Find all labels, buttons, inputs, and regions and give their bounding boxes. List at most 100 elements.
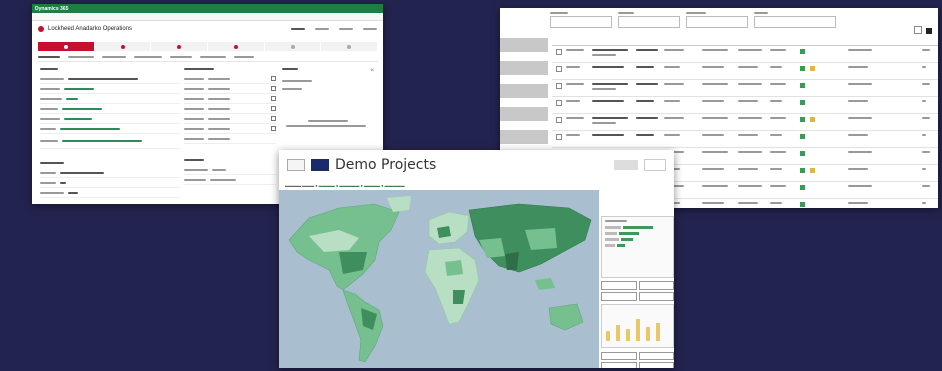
form-field[interactable]: [184, 104, 276, 114]
table-cell: [738, 168, 758, 170]
close-icon[interactable]: ×: [370, 68, 374, 74]
form-field[interactable]: [40, 178, 180, 188]
action-button[interactable]: [644, 159, 666, 171]
form-field[interactable]: [184, 165, 276, 175]
form-field[interactable]: [184, 84, 276, 94]
table-cell: [636, 83, 658, 85]
table-cell: [922, 168, 926, 170]
table-cell: [848, 49, 872, 51]
form-field[interactable]: [184, 124, 276, 134]
form-field[interactable]: [40, 134, 180, 149]
related-section: ×: [282, 68, 374, 127]
bpf-stage[interactable]: [208, 42, 265, 51]
table-cell: [848, 168, 868, 170]
bpf-stage[interactable]: [264, 42, 322, 51]
form-field[interactable]: [184, 74, 276, 84]
status-square-icon: [800, 83, 805, 88]
bpf-stage[interactable]: [94, 42, 152, 51]
table-cell: [702, 100, 724, 102]
table-cell: [770, 168, 782, 170]
table-cell: [770, 134, 782, 136]
form-field[interactable]: [40, 94, 180, 104]
form-field[interactable]: [40, 188, 180, 198]
table-cell: [738, 49, 762, 51]
record-tabs[interactable]: [38, 55, 378, 62]
table-cell: [566, 66, 580, 68]
status-square-icon: [800, 117, 805, 122]
table-cell: [566, 134, 580, 136]
table-cell: [592, 49, 628, 56]
table-row[interactable]: [552, 114, 938, 131]
business-process-flow[interactable]: [38, 42, 379, 51]
form-field[interactable]: [40, 124, 180, 134]
table-row[interactable]: [552, 63, 938, 80]
category-chart: [601, 216, 674, 278]
toggle-icon[interactable]: [926, 28, 932, 34]
form-field[interactable]: [40, 74, 180, 84]
table-cell: [738, 151, 762, 153]
filter-button[interactable]: [601, 352, 637, 360]
filter-button[interactable]: [638, 362, 674, 368]
region-india[interactable]: [505, 252, 519, 270]
toggle-icon[interactable]: [914, 26, 922, 34]
region-central-africa[interactable]: [453, 290, 465, 304]
checkbox-icon[interactable]: [556, 66, 562, 72]
bpf-stage[interactable]: [151, 42, 209, 51]
map-button[interactable]: [311, 159, 329, 171]
side-action-button[interactable]: [500, 38, 548, 52]
filter-button[interactable]: [638, 292, 674, 301]
table-row[interactable]: [552, 80, 938, 97]
filter-field[interactable]: [618, 12, 680, 34]
filter-button[interactable]: [638, 281, 674, 290]
filter-field[interactable]: [754, 12, 836, 34]
side-action-button[interactable]: [500, 130, 548, 144]
side-action-button[interactable]: [500, 107, 548, 121]
summary-section: [184, 68, 276, 144]
table-cell: [922, 83, 930, 85]
filter-field[interactable]: [550, 12, 612, 34]
table-cell: [702, 49, 728, 51]
table-cell: [702, 134, 724, 136]
region-central-europe[interactable]: [437, 226, 451, 238]
region-africa[interactable]: [424, 247, 480, 325]
table-row[interactable]: [552, 131, 938, 148]
region-australia[interactable]: [548, 303, 584, 331]
filter-button[interactable]: [638, 352, 674, 360]
checkbox-icon[interactable]: [556, 100, 562, 106]
table-cell: [664, 66, 680, 68]
form-field[interactable]: [184, 134, 276, 144]
form-field[interactable]: [40, 104, 180, 114]
filter-field[interactable]: [686, 12, 748, 34]
checkbox-icon[interactable]: [556, 134, 562, 140]
form-field[interactable]: [40, 168, 180, 178]
table-row[interactable]: [552, 46, 938, 63]
side-action-button[interactable]: [500, 84, 548, 98]
filter-bar: [500, 8, 938, 34]
table-cell: [770, 185, 786, 187]
side-action-button[interactable]: [500, 61, 548, 75]
region-indonesia[interactable]: [535, 278, 555, 290]
map-window: Demo Projects ▬▬▬▬ ▬▬▬ ● ▬▬▬▬ ● ▬▬▬▬▬ ● …: [279, 150, 674, 368]
table-cell: [592, 100, 624, 102]
region-middle-east[interactable]: [479, 238, 505, 258]
filter-button[interactable]: [601, 281, 637, 290]
checkbox-icon[interactable]: [556, 83, 562, 89]
checkbox-icon[interactable]: [556, 117, 562, 123]
table-row[interactable]: [552, 97, 938, 114]
checkbox-icon[interactable]: [556, 49, 562, 55]
filter-button[interactable]: [601, 362, 637, 368]
world-map-svg: [288, 196, 592, 363]
prev-button[interactable]: [287, 159, 305, 171]
region-north-africa[interactable]: [445, 260, 463, 276]
bpf-stage[interactable]: [321, 42, 379, 51]
world-map[interactable]: [279, 190, 599, 368]
form-field[interactable]: [184, 175, 276, 185]
bpf-stage[interactable]: [38, 42, 95, 51]
form-field[interactable]: [184, 94, 276, 104]
action-button[interactable]: [614, 160, 638, 170]
form-field[interactable]: [40, 114, 180, 124]
filter-button[interactable]: [601, 292, 637, 301]
table-cell: [566, 83, 584, 85]
form-field[interactable]: [40, 84, 180, 94]
form-field[interactable]: [184, 114, 276, 124]
